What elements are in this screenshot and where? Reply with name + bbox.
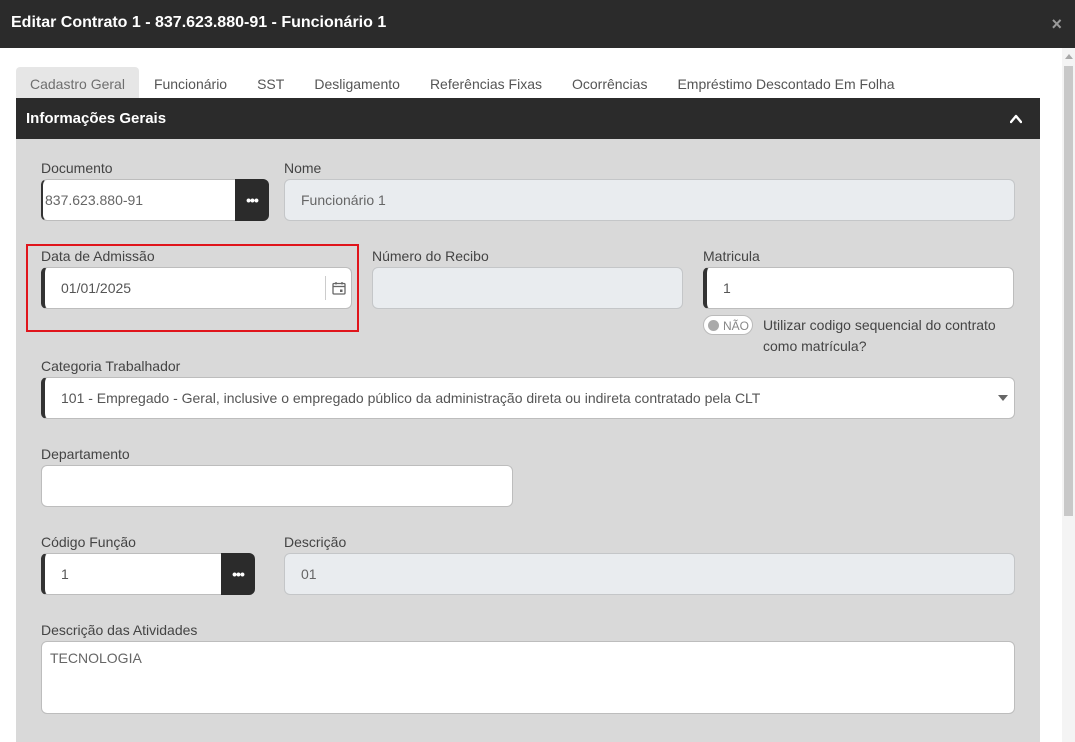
nome-label: Nome xyxy=(284,160,322,176)
section-header: Informações Gerais xyxy=(16,98,1040,139)
nome-field: Funcionário 1 xyxy=(284,179,1015,221)
documento-value: 837.623.880-91 xyxy=(45,192,144,208)
chevron-down-icon[interactable] xyxy=(998,395,1008,401)
departamento-label: Departamento xyxy=(41,446,130,462)
descricao-value: 01 xyxy=(301,566,317,582)
tab-emprestimo[interactable]: Empréstimo Descontado Em Folha xyxy=(662,67,909,98)
tab-sst[interactable]: SST xyxy=(242,67,299,98)
numero-recibo-field xyxy=(372,267,683,309)
sequencial-toggle[interactable]: NÃO xyxy=(703,315,753,335)
highlight-box xyxy=(26,244,359,332)
codigo-funcao-label: Código Função xyxy=(41,534,136,550)
section-title: Informações Gerais xyxy=(26,110,167,127)
categoria-label: Categoria Trabalhador xyxy=(41,358,181,374)
categoria-select[interactable]: 101 - Empregado - Geral, inclusive o emp… xyxy=(41,377,1015,419)
codigo-funcao-lookup-button[interactable]: ••• xyxy=(221,553,255,595)
scrollbar-thumb[interactable] xyxy=(1064,66,1073,516)
codigo-funcao-field[interactable]: 1 ••• xyxy=(41,553,255,595)
descricao-field: 01 xyxy=(284,553,1015,595)
nome-value: Funcionário 1 xyxy=(301,192,386,208)
tab-desligamento[interactable]: Desligamento xyxy=(299,67,415,98)
numero-recibo-label: Número do Recibo xyxy=(372,248,489,264)
sequencial-label: Utilizar codigo sequencial do contrato c… xyxy=(763,317,996,354)
documento-lookup-button[interactable]: ••• xyxy=(235,179,269,221)
modal-titlebar: Editar Contrato 1 - 837.623.880-91 - Fun… xyxy=(0,0,1075,48)
tab-referencias-fixas[interactable]: Referências Fixas xyxy=(415,67,557,98)
modal-title: Editar Contrato 1 - 837.623.880-91 - Fun… xyxy=(11,14,387,31)
tab-ocorrencias[interactable]: Ocorrências xyxy=(557,67,662,98)
categoria-value: 101 - Empregado - Geral, inclusive o emp… xyxy=(61,390,761,406)
scrollbar[interactable] xyxy=(1062,48,1075,742)
toggle-knob xyxy=(708,320,719,331)
chevron-up-icon[interactable] xyxy=(1010,113,1022,125)
tab-bar: Cadastro Geral Funcionário SST Desligame… xyxy=(16,67,910,98)
departamento-field[interactable] xyxy=(41,465,513,507)
tab-cadastro-geral[interactable]: Cadastro Geral xyxy=(16,67,139,98)
matricula-label: Matricula xyxy=(703,248,760,264)
matricula-value: 1 xyxy=(723,280,731,296)
descricao-atividades-label: Descrição das Atividades xyxy=(41,622,198,638)
descricao-atividades-textarea[interactable]: TECNOLOGIA xyxy=(41,641,1015,714)
descricao-label: Descrição xyxy=(284,534,347,550)
close-icon[interactable]: × xyxy=(1051,14,1062,34)
documento-label: Documento xyxy=(41,160,113,176)
tab-funcionario[interactable]: Funcionário xyxy=(139,67,242,98)
toggle-text: NÃO xyxy=(723,319,750,333)
codigo-funcao-value: 1 xyxy=(61,566,69,582)
matricula-field[interactable]: 1 xyxy=(703,267,1014,309)
scroll-up-arrow-icon[interactable] xyxy=(1065,54,1073,59)
documento-field[interactable]: 837.623.880-91 ••• xyxy=(41,179,269,221)
